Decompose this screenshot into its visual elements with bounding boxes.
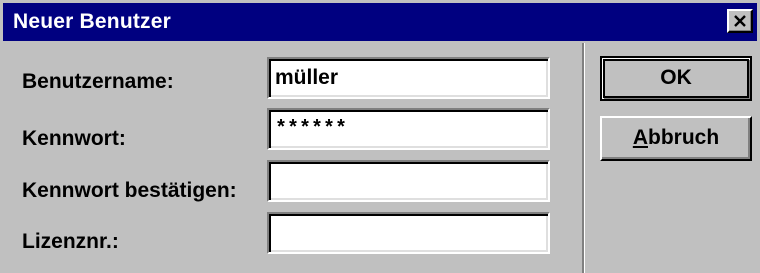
cancel-mnemonic: A xyxy=(632,126,648,149)
ok-button[interactable]: OK xyxy=(600,56,752,101)
password-label: Kennwort: xyxy=(22,127,126,150)
cancel-label-rest: bbruch xyxy=(648,126,720,149)
cancel-button[interactable]: Abbruch xyxy=(600,116,752,161)
divider xyxy=(582,43,585,273)
close-button[interactable] xyxy=(727,9,753,33)
password-field[interactable] xyxy=(267,108,550,150)
license-field[interactable] xyxy=(267,212,550,254)
confirm-password-label: Kennwort bestätigen: xyxy=(22,179,237,202)
close-icon xyxy=(734,15,746,27)
ok-button-label: OK xyxy=(660,66,692,89)
license-label: Lizenznr.: xyxy=(22,230,119,253)
new-user-dialog: Neuer Benutzer Benutzername: Kennwort: K… xyxy=(0,0,760,273)
cancel-button-label: Abbruch xyxy=(633,126,719,149)
title-bar[interactable]: Neuer Benutzer xyxy=(3,3,757,41)
confirm-password-field[interactable] xyxy=(267,160,550,202)
username-field[interactable] xyxy=(267,57,550,99)
username-label: Benutzername: xyxy=(22,70,174,93)
dialog-title: Neuer Benutzer xyxy=(13,10,172,33)
